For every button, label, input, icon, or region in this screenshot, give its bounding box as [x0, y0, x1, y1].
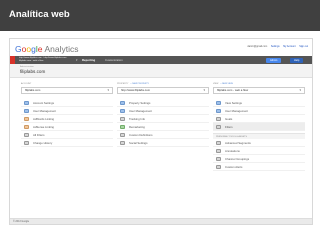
user-email: dani.b@gmail.com: [247, 45, 268, 48]
analytics-screenshot: Google Analytics dani.b@gmail.com Setting…: [9, 38, 313, 225]
admin-item-property-settings[interactable]: Property Settings: [117, 99, 209, 107]
annotations-icon: [216, 149, 221, 154]
chevron-down-icon: ▾: [203, 88, 205, 92]
remarketing-icon: [120, 125, 125, 130]
user-management-icon: [24, 109, 29, 114]
all-filters-icon: [24, 133, 29, 138]
admin-item-account-settings[interactable]: Account Settings: [21, 99, 113, 107]
admin-item-annotations[interactable]: Annotations: [213, 147, 305, 155]
my-account-link[interactable]: My Account: [283, 45, 295, 48]
settings-link[interactable]: Settings: [271, 45, 280, 48]
view-settings-icon: [216, 101, 221, 106]
slide-title: Analítica web: [9, 9, 70, 20]
admin-item-tracking-info[interactable]: Tracking Info: [117, 115, 209, 123]
admin-item-change-history[interactable]: Change History: [21, 139, 113, 147]
account-selector[interactable]: http://www.filiplabs.com - http://www.fi…: [19, 57, 66, 63]
account-column: Account filiplabs.com ▾ Account Settings U…: [21, 83, 113, 147]
admin-item-label: User Management: [33, 109, 57, 113]
footer-text: © 2013 Google: [13, 220, 30, 223]
help-button[interactable]: Help: [290, 57, 304, 63]
admin-button[interactable]: Admin: [266, 57, 282, 63]
change-history-icon: [24, 141, 29, 146]
admin-item-remarketing[interactable]: Remarketing: [117, 123, 209, 131]
brand-flag: [10, 56, 15, 64]
property-column: Property + New Property http://www.filipl…: [117, 83, 209, 147]
admin-item-label: All Filters: [33, 133, 45, 137]
footer: © 2013 Google: [10, 218, 312, 224]
goals-icon: [216, 117, 221, 122]
google-analytics-logo: Google Analytics: [15, 44, 79, 54]
admin-item-label: AdWords Linking: [33, 117, 55, 121]
view-select[interactable]: filiplabs.com - web a flow ▾: [213, 87, 305, 94]
admin-item-user-management[interactable]: User Management: [117, 107, 209, 115]
adwords-linking-icon: [24, 117, 29, 122]
admin-subheader: Administration filiplabs.com: [10, 64, 312, 78]
account-settings-icon: [24, 101, 29, 106]
social-settings-icon: [120, 141, 125, 146]
admin-item-label: Annotations: [225, 149, 240, 153]
admin-item-social-settings[interactable]: Social Settings: [117, 139, 209, 147]
admin-item-label: Filters: [225, 125, 233, 129]
admin-item-custom-alerts[interactable]: Custom Alerts: [213, 163, 305, 171]
chevron-down-icon: ▾: [299, 88, 301, 92]
new-property-link[interactable]: + New Property: [130, 83, 149, 85]
tab-customization[interactable]: Customization: [105, 58, 123, 62]
account-links: dani.b@gmail.com Settings My Account Sig…: [244, 45, 308, 48]
admin-item-label: Remarketing: [129, 125, 145, 129]
admin-item-label: User Management: [129, 109, 153, 113]
admin-item-label: User Management: [225, 109, 249, 113]
advanced-segments-icon: [216, 141, 221, 146]
chevron-down-icon[interactable]: ▾: [76, 58, 78, 62]
breadcrumb: Administration: [20, 66, 34, 68]
sign-out-link[interactable]: Sign out: [299, 45, 308, 48]
chevron-down-icon: ▾: [107, 88, 109, 92]
admin-item-label: Change History: [33, 141, 53, 145]
top-navigation: http://www.filiplabs.com - http://www.fi…: [10, 56, 312, 64]
filters-icon: [216, 125, 221, 130]
admin-item-label: Goals: [225, 117, 233, 121]
admin-item-custom-definitions[interactable]: Custom Definitions: [117, 131, 209, 139]
admin-item-channel-groupings[interactable]: Channel Groupings: [213, 155, 305, 163]
admin-item-label: Account Settings: [33, 101, 54, 105]
admin-item-user-management[interactable]: User Management: [213, 107, 305, 115]
admin-item-label: AdSense Linking: [33, 125, 54, 129]
channel-groupings-icon: [216, 157, 221, 162]
user-management-icon: [120, 109, 125, 114]
custom-definitions-icon: [120, 133, 125, 138]
page-title: filiplabs.com: [20, 69, 46, 74]
adsense-linking-icon: [24, 125, 29, 130]
admin-item-filters[interactable]: Filters: [213, 123, 305, 131]
admin-item-label: Custom Alerts: [225, 165, 243, 169]
slide-banner: Analítica web: [0, 0, 320, 31]
admin-item-label: View Settings: [225, 101, 242, 105]
new-view-link[interactable]: + New View: [220, 83, 233, 85]
account-select[interactable]: filiplabs.com ▾: [21, 87, 113, 94]
admin-item-adsense-linking[interactable]: AdSense Linking: [21, 123, 113, 131]
admin-item-label: Custom Definitions: [129, 133, 153, 137]
admin-item-advanced-segments[interactable]: Advanced Segments: [213, 139, 305, 147]
admin-item-all-filters[interactable]: All Filters: [21, 131, 113, 139]
admin-item-label: Channel Groupings: [225, 157, 250, 161]
admin-item-goals[interactable]: Goals: [213, 115, 305, 123]
user-management-icon: [216, 109, 221, 114]
tracking-info-icon: [120, 117, 125, 122]
view-column: View + New View filiplabs.com - web a flo…: [213, 83, 305, 171]
admin-item-label: Tracking Info: [129, 117, 146, 121]
admin-item-user-management[interactable]: User Management: [21, 107, 113, 115]
custom-alerts-icon: [216, 165, 221, 170]
admin-item-view-settings[interactable]: View Settings: [213, 99, 305, 107]
admin-item-label: Advanced Segments: [225, 141, 251, 145]
property-select[interactable]: http://www.filiplabs.com ▾: [117, 87, 209, 94]
admin-item-adwords-linking[interactable]: AdWords Linking: [21, 115, 113, 123]
admin-item-label: Social Settings: [129, 141, 148, 145]
property-settings-icon: [120, 101, 125, 106]
tab-reporting[interactable]: Reporting: [82, 58, 95, 62]
admin-item-label: Property Settings: [129, 101, 151, 105]
